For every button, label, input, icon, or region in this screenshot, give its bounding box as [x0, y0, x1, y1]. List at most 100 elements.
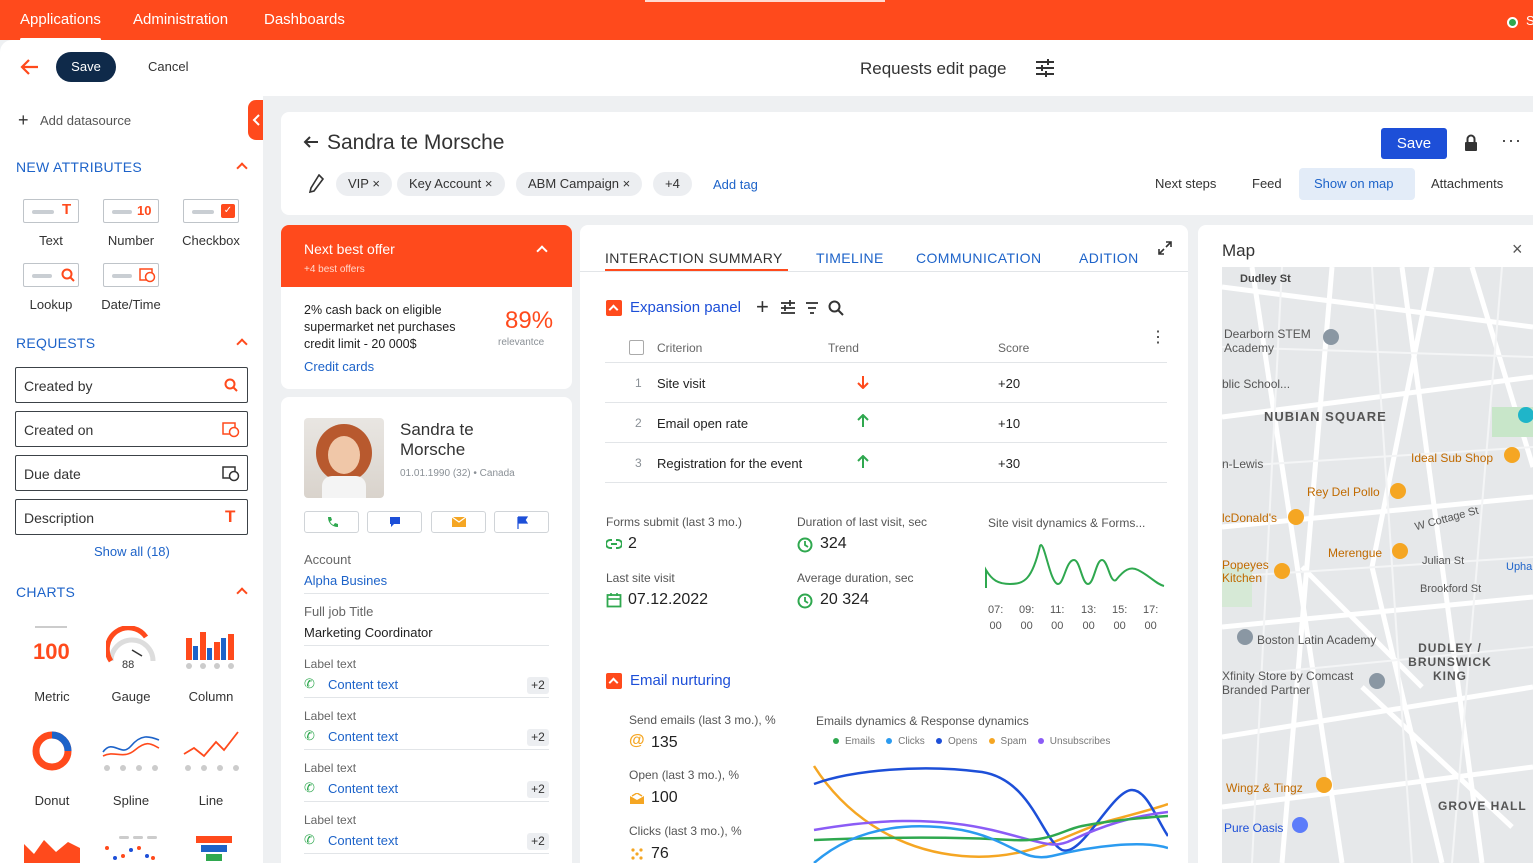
- show-on-map-tab[interactable]: Show on map: [1299, 168, 1415, 200]
- area-chart-icon[interactable]: [24, 834, 80, 863]
- close-icon[interactable]: ×: [1512, 239, 1523, 260]
- restaurant-pin-icon[interactable]: [1390, 483, 1406, 499]
- chevron-up-icon[interactable]: [236, 338, 248, 350]
- line-chart-icon[interactable]: [182, 728, 242, 772]
- tag-abm-campaign[interactable]: ABM Campaign ×: [516, 172, 643, 196]
- flag-button[interactable]: [494, 511, 549, 533]
- tab-timeline[interactable]: TIMELINE: [816, 250, 884, 266]
- scatter-chart-icon[interactable]: [103, 834, 159, 863]
- map-pin-icon[interactable]: [1518, 407, 1533, 423]
- offer-header[interactable]: Next best offer +4 best offers: [281, 225, 572, 287]
- map-view[interactable]: Dudley St Dearborn STEM Academy blic Sch…: [1222, 267, 1533, 863]
- feed-tab[interactable]: Feed: [1252, 176, 1282, 191]
- metric-chart-icon[interactable]: 100: [33, 639, 70, 665]
- account-link[interactable]: Alpha Busines: [304, 573, 387, 588]
- count-badge[interactable]: +2: [527, 677, 549, 694]
- close-icon[interactable]: ×: [372, 176, 380, 191]
- plus-icon[interactable]: +: [18, 110, 29, 131]
- filter-icon[interactable]: [805, 301, 819, 315]
- lookup-attribute[interactable]: [23, 263, 79, 287]
- created-on-field[interactable]: Created on: [15, 411, 248, 447]
- chat-button[interactable]: [367, 511, 422, 533]
- restaurant-pin-icon[interactable]: [1504, 447, 1520, 463]
- content-link[interactable]: Content text: [328, 677, 398, 692]
- school-pin-icon[interactable]: [1237, 629, 1253, 645]
- restaurant-pin-icon[interactable]: [1316, 777, 1332, 793]
- restaurant-pin-icon[interactable]: [1274, 563, 1290, 579]
- column-chart-icon[interactable]: [184, 628, 238, 670]
- link-icon: [606, 539, 622, 549]
- tag-vip[interactable]: VIP ×: [336, 172, 392, 196]
- row-number: 1: [635, 376, 642, 390]
- shop-pin-icon[interactable]: [1292, 817, 1308, 833]
- text-attribute[interactable]: T: [23, 199, 79, 223]
- column-menu-icon[interactable]: ⋮: [1150, 330, 1166, 346]
- collapse-section-button[interactable]: [606, 300, 622, 316]
- nav-dashboards[interactable]: Dashboards: [264, 11, 345, 28]
- tab-interaction-summary[interactable]: INTERACTION SUMMARY: [605, 250, 783, 266]
- restaurant-pin-icon[interactable]: [1392, 543, 1408, 559]
- back-arrow-icon[interactable]: [303, 134, 319, 150]
- close-icon[interactable]: ×: [623, 176, 631, 191]
- close-icon[interactable]: ×: [485, 176, 493, 191]
- search-icon[interactable]: [828, 300, 844, 316]
- chevron-up-icon[interactable]: [236, 587, 248, 599]
- cancel-button[interactable]: Cancel: [148, 59, 188, 74]
- checkbox-attribute[interactable]: ✓: [183, 199, 239, 223]
- school-pin-icon[interactable]: [1323, 329, 1339, 345]
- content-link[interactable]: Content text: [328, 833, 398, 848]
- content-link[interactable]: Content text: [328, 781, 398, 796]
- collapse-section-button[interactable]: [606, 673, 622, 689]
- nav-applications[interactable]: Applications: [20, 11, 101, 41]
- show-all-link[interactable]: Show all (18): [94, 544, 170, 559]
- count-badge[interactable]: +2: [527, 781, 549, 798]
- legend-clicks: Clicks: [886, 736, 925, 747]
- number-attribute[interactable]: 10: [103, 199, 159, 223]
- collapse-panel-button[interactable]: [248, 100, 263, 140]
- tag-key-account[interactable]: Key Account ×: [397, 172, 505, 196]
- nav-administration[interactable]: Administration: [133, 11, 228, 28]
- tab-communication[interactable]: COMMUNICATION: [916, 250, 1042, 266]
- save-button[interactable]: Save: [56, 52, 116, 82]
- select-all-checkbox[interactable]: [629, 340, 644, 355]
- next-steps-tab[interactable]: Next steps: [1155, 176, 1216, 191]
- count-badge[interactable]: +2: [527, 833, 549, 850]
- due-date-field[interactable]: Due date: [15, 455, 248, 491]
- add-icon[interactable]: +: [756, 294, 769, 320]
- record-save-button[interactable]: Save: [1381, 128, 1447, 159]
- more-options-icon[interactable]: ···: [1501, 130, 1522, 151]
- attachments-tab[interactable]: Attachments: [1431, 176, 1503, 191]
- chevron-up-icon[interactable]: [236, 162, 248, 174]
- call-button[interactable]: [304, 511, 359, 533]
- shop-pin-icon[interactable]: [1369, 673, 1385, 689]
- table-row[interactable]: 2 Email open rate +10: [605, 403, 1167, 443]
- description-field[interactable]: Description T: [15, 499, 248, 535]
- add-datasource-button[interactable]: Add datasource: [40, 113, 131, 128]
- text-t-icon: T: [62, 201, 72, 218]
- funnel-chart-icon[interactable]: [196, 834, 232, 863]
- credit-cards-link[interactable]: Credit cards: [304, 359, 374, 374]
- sliders-icon[interactable]: [780, 300, 796, 316]
- settings-sliders-icon[interactable]: [1035, 58, 1055, 78]
- table-row[interactable]: 1 Site visit +20: [605, 363, 1167, 403]
- more-tags-badge[interactable]: +4: [653, 172, 692, 196]
- tab-adition[interactable]: ADITION: [1079, 250, 1139, 266]
- content-link[interactable]: Content text: [328, 729, 398, 744]
- count-badge[interactable]: +2: [527, 729, 549, 746]
- created-by-field[interactable]: Created by: [15, 367, 248, 403]
- chat-icon: [390, 517, 400, 527]
- chevron-up-icon[interactable]: [536, 245, 548, 257]
- last-visit-value: 07.12.2022: [628, 591, 709, 608]
- table-row[interactable]: 3 Registration for the event +30: [605, 443, 1167, 483]
- expand-icon[interactable]: [1158, 241, 1172, 255]
- forms-label: Forms submit (last 3 mo.): [606, 515, 743, 529]
- email-button[interactable]: [431, 511, 486, 533]
- pen-icon[interactable]: [308, 174, 324, 194]
- datetime-attribute[interactable]: [103, 263, 159, 287]
- spline-chart-icon[interactable]: [101, 730, 161, 772]
- lock-icon[interactable]: [1464, 134, 1478, 152]
- restaurant-pin-icon[interactable]: [1288, 509, 1304, 525]
- donut-chart-icon[interactable]: [31, 730, 73, 772]
- back-arrow-icon[interactable]: [20, 58, 40, 76]
- add-tag-link[interactable]: Add tag: [713, 177, 758, 192]
